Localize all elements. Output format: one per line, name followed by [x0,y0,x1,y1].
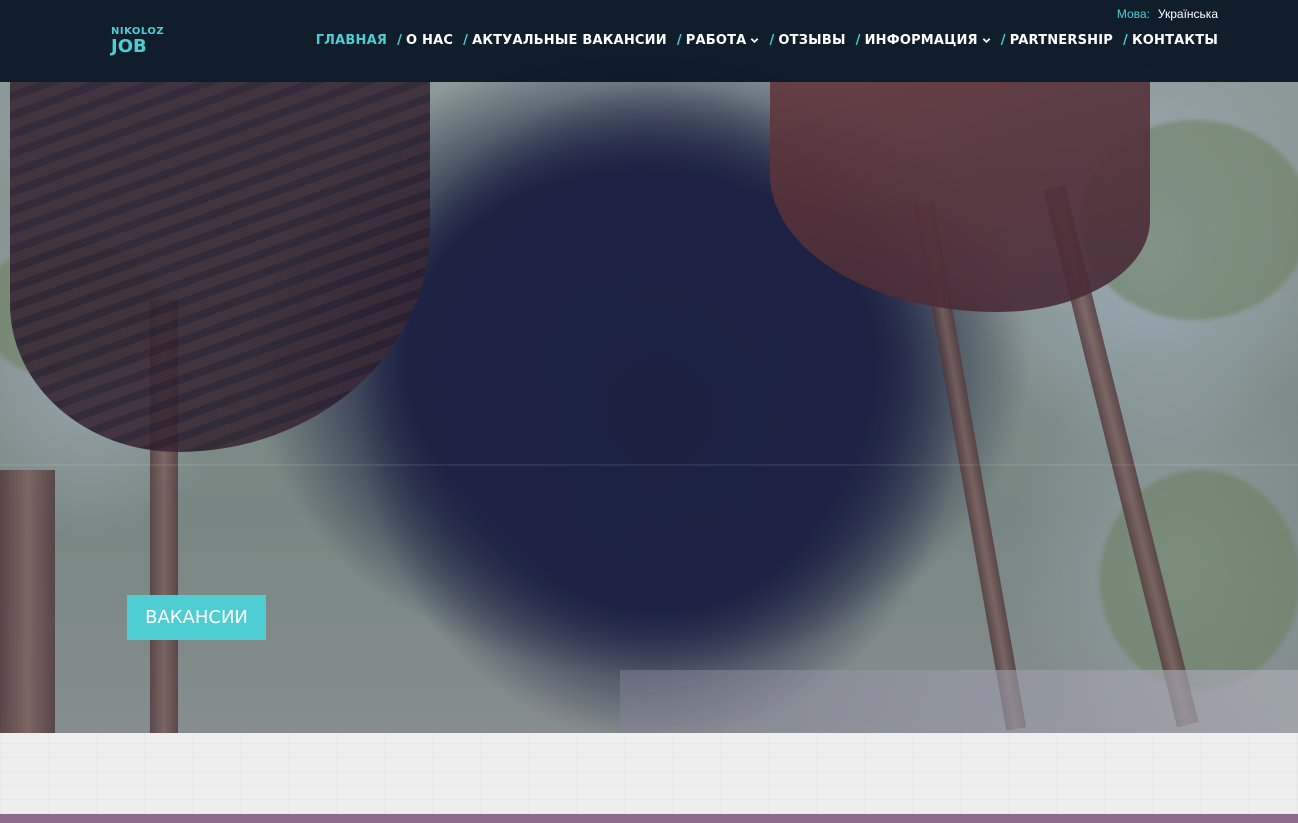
nav-separator: / [855,33,861,48]
nav-item-label: КОНТАКТЫ [1131,33,1218,48]
nav-item-vacancies[interactable]: АКТУАЛЬНЫЕ ВАКАНСИИ [472,33,667,48]
main-nav: ГЛАВНАЯ / О НАС / АКТУАЛЬНЫЕ ВАКАНСИИ / … [316,33,1218,48]
nav-item-label: О НАС [406,33,454,48]
nav-separator: / [1000,33,1006,48]
nav-separator: / [769,33,775,48]
vacancies-button[interactable]: ВАКАНСИИ [127,595,266,640]
nav-item-contacts[interactable]: КОНТАКТЫ [1132,33,1218,48]
nav-item-label: АКТУАЛЬНЫЕ ВАКАНСИИ [472,33,667,48]
nav-item-label: ОТЗЫВЫ [778,33,846,48]
logo-line-2: JOB [111,36,147,57]
nav-separator: / [463,33,469,48]
site-header: NIKOLOZ JOB Мова: Українська ГЛАВНАЯ / О… [0,0,1298,82]
nav-separator: / [676,33,682,48]
nav-item-label: PARTNERSHIP [1009,33,1113,48]
nav-separator: / [397,33,403,48]
nav-separator: / [1122,33,1128,48]
nav-item-about[interactable]: О НАС [406,33,453,48]
brick-texture-section [0,733,1298,814]
language-label: Мова: [1116,7,1150,21]
nav-item-information[interactable]: ИНФОРМАЦИЯ [865,33,991,48]
nav-item-home[interactable]: ГЛАВНАЯ [316,33,387,48]
site-logo[interactable]: NIKOLOZ JOB [111,27,164,59]
nav-item-label: ИНФОРМАЦИЯ [864,33,978,48]
chevron-down-icon [751,38,759,44]
nav-item-partnership[interactable]: PARTNERSHIP [1010,33,1113,48]
nav-item-reviews[interactable]: ОТЗЫВЫ [778,33,845,48]
nav-item-label: ГЛАВНАЯ [315,33,388,48]
purple-footer-band [0,814,1298,823]
nav-item-label: РАБОТА [685,33,747,48]
hero-seam [0,464,1298,466]
nav-item-work[interactable]: РАБОТА [686,33,760,48]
language-value[interactable]: Українська [1158,7,1218,21]
language-switcher: Мова: Українська [1117,7,1218,21]
chevron-down-icon [982,38,991,44]
